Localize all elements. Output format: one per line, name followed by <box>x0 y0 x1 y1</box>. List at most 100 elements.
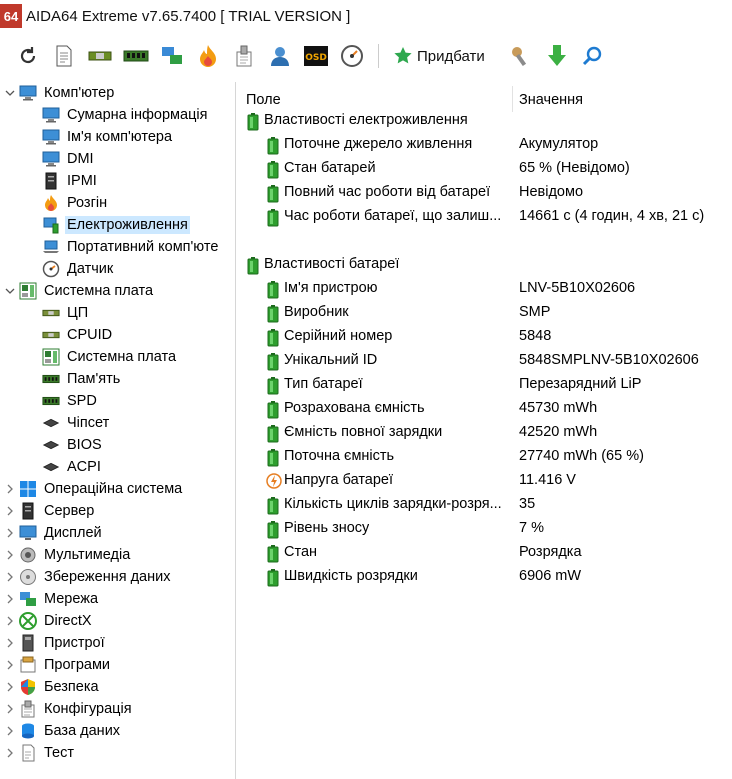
tree-item[interactable]: Пам'ять <box>42 368 122 390</box>
tree-item[interactable]: Безпека <box>1 676 101 698</box>
chevron-right-icon[interactable] <box>1 742 19 764</box>
detail-row[interactable]: Серійний номер 5848 <box>238 326 732 350</box>
tree-item[interactable]: CPUID <box>42 324 114 346</box>
field-label: Розрахована ємність <box>284 400 425 416</box>
user-icon[interactable] <box>262 38 298 74</box>
tree-item[interactable]: База даних <box>1 720 122 742</box>
tree-item[interactable]: Програми <box>1 654 112 676</box>
chevron-right-icon[interactable] <box>1 632 19 654</box>
column-header-value[interactable]: Значення <box>519 88 583 112</box>
battery-icon <box>266 401 280 419</box>
chevron-right-icon[interactable] <box>1 720 19 742</box>
tools-icon[interactable] <box>226 38 262 74</box>
field-label: Тип батареї <box>284 376 363 392</box>
detail-row[interactable]: Поточне джерело живлення Акумулятор <box>238 134 732 158</box>
search-icon[interactable] <box>575 38 611 74</box>
devices-icon <box>19 634 37 652</box>
tree-item[interactable]: ЦП <box>42 302 90 324</box>
refresh-icon[interactable] <box>10 38 46 74</box>
chevron-right-icon[interactable] <box>1 698 19 720</box>
tree-item[interactable]: Чіпсет <box>42 412 111 434</box>
tree-item[interactable]: Ім'я комп'ютера <box>42 126 174 148</box>
tree-item[interactable]: Сумарна інформація <box>42 104 209 126</box>
buy-button[interactable]: Придбати <box>387 38 491 74</box>
chevron-down-icon[interactable] <box>1 82 19 104</box>
detail-row[interactable]: Ім'я пристрою LNV-5B10X02606 <box>238 278 732 302</box>
detail-row[interactable]: Напруга батареї 11.416 V <box>238 470 732 494</box>
tree-item[interactable]: Тест <box>1 742 76 764</box>
download-arrow-icon[interactable] <box>539 38 575 74</box>
chevron-right-icon[interactable] <box>1 610 19 632</box>
tree-item[interactable]: Портативний комп'юте <box>42 236 220 258</box>
tree-item[interactable]: BIOS <box>42 434 104 456</box>
detail-row[interactable]: Тип батареї Перезарядний LiP <box>238 374 732 398</box>
chevron-right-icon[interactable] <box>1 522 19 544</box>
toolbar: OSD Придбати <box>0 36 732 76</box>
tree-item[interactable]: Системна плата <box>1 280 155 302</box>
osd-icon[interactable]: OSD <box>298 38 334 74</box>
detail-row[interactable]: Унікальний ID 5848SMPLNV-5B10X02606 <box>238 350 732 374</box>
tree-item[interactable]: Сервер <box>1 500 96 522</box>
osd-text: OSD <box>305 53 327 63</box>
battery-icon <box>266 137 280 155</box>
tree-item[interactable]: Збереження даних <box>1 566 172 588</box>
chevron-right-icon[interactable] <box>1 676 19 698</box>
tree-item[interactable]: DirectX <box>1 610 94 632</box>
detail-row[interactable]: Повний час роботи від батареї Невідомо <box>238 182 732 206</box>
report-icon[interactable] <box>46 38 82 74</box>
detail-group-row[interactable]: Властивості електроживлення <box>238 110 732 134</box>
detail-row[interactable]: Стан батарей 65 % (Невідомо) <box>238 158 732 182</box>
column-header-field[interactable]: Поле <box>246 88 281 112</box>
column-separator[interactable] <box>512 86 513 112</box>
wrench-icon[interactable] <box>503 38 539 74</box>
detail-row[interactable]: Поточна ємність 27740 mWh (65 %) <box>238 446 732 470</box>
chevron-right-icon[interactable] <box>1 544 19 566</box>
tree-item[interactable]: ACPI <box>42 456 103 478</box>
chevron-right-icon[interactable] <box>1 478 19 500</box>
tree-item[interactable]: Розгін <box>42 192 109 214</box>
tree-item[interactable]: Датчик <box>42 258 115 280</box>
tree-item[interactable]: Пристрої <box>1 632 107 654</box>
title-bar: 64 AIDA64 Extreme v7.65.7400 [ TRIAL VER… <box>0 0 732 32</box>
gauge-icon[interactable] <box>334 38 370 74</box>
detail-row[interactable]: Швидкість розрядки 6906 mW <box>238 566 732 590</box>
detail-row[interactable]: Час роботи батареї, що залиш... 14661 с (… <box>238 206 732 230</box>
chevron-down-icon[interactable] <box>1 280 19 302</box>
chevron-right-icon[interactable] <box>1 566 19 588</box>
detail-row[interactable]: Ємність повної зарядки 42520 mWh <box>238 422 732 446</box>
tree-item[interactable]: Конфігурація <box>1 698 134 720</box>
detail-row[interactable]: Стан Розрядка <box>238 542 732 566</box>
battery-icon <box>266 305 280 323</box>
field-value: 5848SMPLNV-5B10X02606 <box>519 352 699 368</box>
tree-item[interactable]: Мультимедіа <box>1 544 132 566</box>
detail-group-row[interactable]: Властивості батареї <box>238 254 732 278</box>
tree-item[interactable]: Операційна система <box>1 478 184 500</box>
tree-item[interactable]: DMI <box>42 148 96 170</box>
detail-row[interactable]: Розрахована ємність 45730 mWh <box>238 398 732 422</box>
tree-item[interactable]: IPMI <box>42 170 99 192</box>
tree-item[interactable]: Системна плата <box>42 346 178 368</box>
detail-row[interactable]: Виробник SMP <box>238 302 732 326</box>
tree-item-label: ACPI <box>67 459 101 475</box>
memory-icon[interactable] <box>118 38 154 74</box>
toolbar-separator <box>378 44 379 68</box>
cpu-icon[interactable] <box>82 38 118 74</box>
chevron-right-icon[interactable] <box>1 500 19 522</box>
detail-row[interactable]: Кількість циклів зарядки-розря... 35 <box>238 494 732 518</box>
network-icon[interactable] <box>154 38 190 74</box>
detail-row <box>238 230 732 254</box>
detail-row[interactable]: Рівень зносу 7 % <box>238 518 732 542</box>
tree-item[interactable]: Електроживлення <box>42 214 190 236</box>
tree-item[interactable]: Мережа <box>1 588 100 610</box>
tree-item[interactable]: Дисплей <box>1 522 104 544</box>
tree-item[interactable]: Комп'ютер <box>1 82 116 104</box>
tree-item-label: CPUID <box>67 327 113 343</box>
battery-icon <box>266 329 280 347</box>
memory-icon <box>42 392 60 410</box>
battery-icon <box>266 425 280 443</box>
chevron-right-icon[interactable] <box>1 654 19 676</box>
flame-icon[interactable] <box>190 38 226 74</box>
chevron-right-icon[interactable] <box>1 588 19 610</box>
tree-item[interactable]: SPD <box>42 390 99 412</box>
monitor-icon <box>19 524 37 542</box>
